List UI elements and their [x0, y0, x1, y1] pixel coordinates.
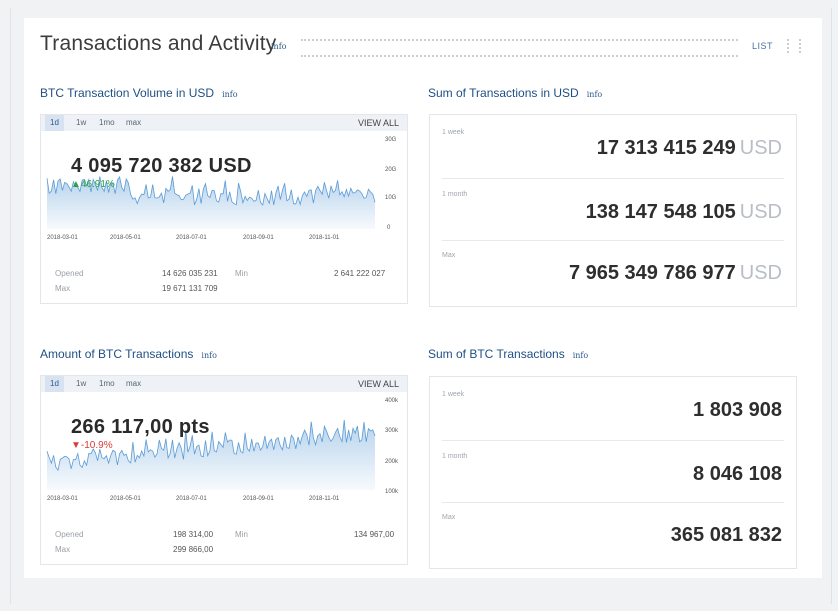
sum-usd-panel: 1 week 17 313 415 249 USD 1 month 138 147… — [429, 114, 797, 307]
sum-btc-section-title: Sum of BTC Transactions info — [428, 347, 588, 361]
amount-x-tick: 2018-07-01 — [176, 496, 207, 502]
sum-usd-row: Max 7 965 349 786 977 USD — [430, 241, 796, 305]
volume-range-tabs: 1d 1w 1mo max VIEW ALL — [41, 115, 407, 131]
volume-x-tick: 2018-07-01 — [176, 235, 207, 241]
volume-info-link[interactable]: info — [222, 90, 238, 99]
amount-info-link[interactable]: info — [201, 351, 217, 360]
list-view-button[interactable]: LIST — [752, 41, 773, 51]
transactions-activity-card: Transactions and Activity info LIST BTC … — [24, 18, 822, 578]
sum-btc-row-value: 365 081 832 — [670, 524, 782, 546]
amount-x-tick: 2018-03-01 — [47, 496, 78, 502]
amount-tab-max[interactable]: max — [126, 379, 141, 388]
sum-btc-row-label: 1 month — [442, 453, 468, 460]
volume-x-tick: 2018-05-01 — [110, 235, 141, 241]
sum-btc-row: 1 week 1 803 908 — [430, 377, 796, 440]
volume-y-tick: 0 — [387, 225, 391, 231]
amount-tab-1mo[interactable]: 1mo — [99, 379, 115, 388]
sum-btc-row-value: 1 803 908 — [693, 399, 782, 421]
amount-range-tabs: 1d 1w 1mo max VIEW ALL — [41, 376, 407, 392]
sum-btc-row-label: 1 week — [442, 391, 465, 398]
amount-opened-label: Opened — [55, 530, 84, 539]
sum-usd-info-link[interactable]: info — [587, 90, 603, 99]
volume-change-percent: ▲46.91% — [71, 179, 115, 190]
volume-view-all-link[interactable]: VIEW ALL — [358, 118, 399, 128]
volume-x-tick: 2018-03-01 — [47, 235, 78, 241]
sum-btc-title-text: Sum of BTC Transactions — [428, 347, 565, 361]
amount-y-tick: 200k — [385, 459, 399, 465]
volume-x-tick: 2018-11-01 — [309, 235, 340, 241]
volume-chart-panel: 1d 1w 1mo max VIEW ALL 4 095 720 382 USD… — [40, 114, 408, 304]
amount-change-percent: ▼-10.9% — [71, 440, 113, 451]
volume-max-value: 19 671 131 709 — [162, 284, 218, 293]
volume-opened-value: 14 626 035 231 — [162, 269, 218, 278]
amount-y-tick: 100k — [385, 489, 399, 495]
sum-usd-row-label: Max — [442, 252, 456, 259]
sum-usd-row-value: 7 965 349 786 977 USD — [568, 262, 782, 284]
volume-min-value: 2 641 222 027 — [334, 269, 386, 278]
sum-usd-row-value: 17 313 415 249 USD — [596, 137, 782, 159]
sum-btc-panel: 1 week 1 803 908 1 month 8 046 108 Max 3… — [429, 376, 797, 569]
sum-usd-row: 1 month 138 147 548 105 USD — [430, 179, 796, 241]
amount-min-value: 134 967,00 — [354, 530, 395, 539]
volume-tab-1d[interactable]: 1d — [45, 115, 64, 131]
amount-tab-1w[interactable]: 1w — [76, 379, 86, 388]
volume-x-tick: 2018-09-01 — [243, 235, 274, 241]
amount-chart-panel: 1d 1w 1mo max VIEW ALL 266 117,00 pts ▼-… — [40, 375, 408, 565]
amount-min-label: Min — [235, 530, 248, 539]
amount-opened-value: 198 314,00 — [173, 530, 214, 539]
amount-max-label: Max — [55, 545, 71, 554]
amount-x-tick: 2018-05-01 — [110, 496, 141, 502]
amount-current-value: 266 117,00 pts — [71, 416, 210, 438]
volume-tab-1mo[interactable]: 1mo — [99, 118, 115, 127]
amount-view-all-link[interactable]: VIEW ALL — [358, 379, 399, 389]
amount-y-tick: 400k — [385, 398, 399, 404]
sum-usd-row-label: 1 month — [442, 191, 468, 198]
sum-usd-row-label: 1 week — [442, 129, 465, 136]
sum-btc-row: 1 month 8 046 108 — [430, 441, 796, 503]
volume-min-label: Min — [235, 269, 248, 278]
volume-title-text: BTC Transaction Volume in USD — [40, 86, 215, 100]
volume-section-title: BTC Transaction Volume in USD info — [40, 86, 238, 100]
sum-btc-info-link[interactable]: info — [573, 351, 589, 360]
sum-usd-title-text: Sum of Transactions in USD — [428, 86, 579, 100]
amount-title-text: Amount of BTC Transactions — [40, 347, 194, 361]
volume-opened-label: Opened — [55, 269, 84, 278]
volume-y-tick: 20G — [385, 167, 397, 173]
amount-x-tick: 2018-09-01 — [243, 496, 274, 502]
grid-view-icon[interactable] — [787, 39, 801, 53]
amount-max-value: 299 866,00 — [173, 545, 214, 554]
volume-tab-max[interactable]: max — [126, 118, 141, 127]
volume-tab-1w[interactable]: 1w — [76, 118, 86, 127]
title-info-link[interactable]: info — [271, 42, 287, 51]
volume-max-label: Max — [55, 284, 71, 293]
amount-y-tick: 300k — [385, 428, 399, 434]
sum-usd-section-title: Sum of Transactions in USD info — [428, 86, 602, 100]
header-dotted-divider — [301, 39, 738, 57]
sum-btc-row-label: Max — [442, 514, 456, 521]
volume-y-tick: 30G — [385, 137, 397, 143]
page-title: Transactions and Activity — [40, 32, 277, 55]
sum-btc-row-value: 8 046 108 — [693, 463, 782, 485]
sum-usd-row-value: 138 147 548 105 USD — [585, 201, 782, 223]
sum-usd-row: 1 week 17 313 415 249 USD — [430, 115, 796, 178]
amount-section-title: Amount of BTC Transactions info — [40, 347, 217, 361]
amount-tab-1d[interactable]: 1d — [45, 376, 64, 392]
volume-y-tick: 10G — [385, 195, 397, 201]
volume-current-value: 4 095 720 382 USD — [71, 155, 252, 177]
sum-btc-row: Max 365 081 832 — [430, 503, 796, 567]
amount-x-tick: 2018-11-01 — [309, 496, 340, 502]
